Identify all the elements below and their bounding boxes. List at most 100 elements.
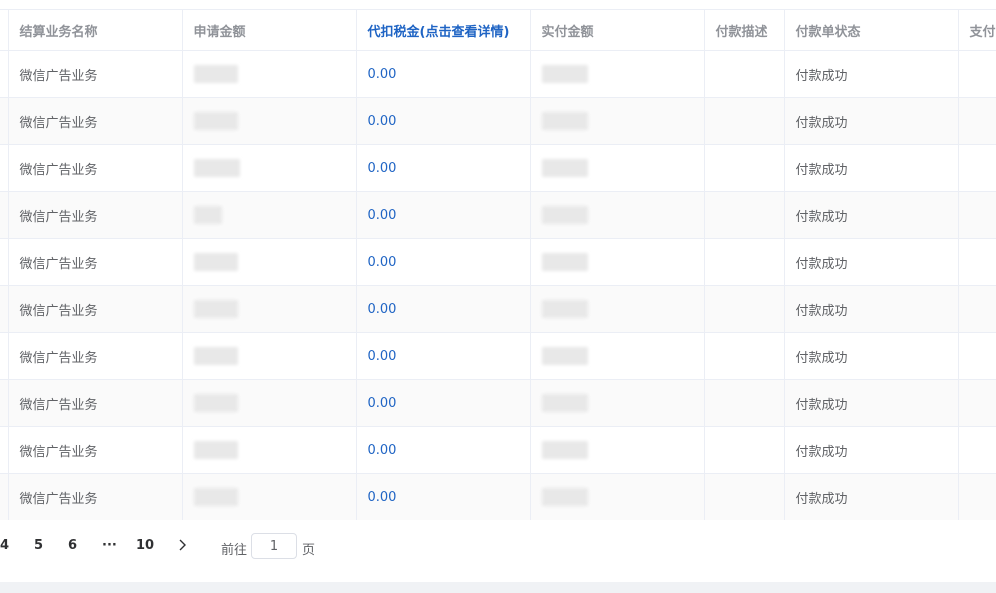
paid-amount-cell (530, 191, 705, 239)
selection-cell (0, 379, 9, 427)
redacted-value (193, 394, 238, 412)
business-name-cell: 微信广告业务 (8, 473, 183, 520)
redacted-value (541, 65, 588, 83)
payment-description-cell (704, 426, 785, 474)
col-header-withholding-tax[interactable]: 代扣税金(点击查看详情) (356, 9, 531, 51)
pagination: 4 5 6 ··· 10 前往 页 (0, 532, 996, 560)
withholding-tax-cell[interactable]: 0.00 (356, 191, 531, 239)
selection-cell (0, 426, 9, 474)
business-name-cell: 微信广告业务 (8, 144, 183, 192)
withholding-tax-cell[interactable]: 0.00 (356, 285, 531, 333)
payment-status-cell: 付款成功 (784, 285, 959, 333)
selection-cell (0, 332, 9, 380)
paid-amount-cell (530, 238, 705, 286)
redacted-value (193, 206, 222, 224)
col-header-payment: 支付 (958, 9, 996, 51)
apply-amount-cell (182, 285, 357, 333)
col-header-payment-status: 付款单状态 (784, 9, 959, 51)
selection-cell (0, 50, 9, 98)
withholding-tax-cell[interactable]: 0.00 (356, 238, 531, 286)
col-header-payment-description: 付款描述 (704, 9, 785, 51)
withholding-tax-cell[interactable]: 0.00 (356, 97, 531, 145)
business-name-cell: 微信广告业务 (8, 191, 183, 239)
selection-cell (0, 238, 9, 286)
redacted-value (541, 112, 588, 130)
apply-amount-cell (182, 332, 357, 380)
table-header-row: 结算业务名称 申请金额 代扣税金(点击查看详情) 实付金额 付款描述 付款单状态… (0, 9, 996, 51)
redacted-value (193, 347, 238, 365)
payment-cell (958, 97, 996, 145)
payment-status-cell: 付款成功 (784, 238, 959, 286)
goto-page-input[interactable] (251, 533, 297, 559)
paid-amount-cell (530, 426, 705, 474)
page-4[interactable]: 4 (0, 538, 9, 553)
paid-amount-cell (530, 97, 705, 145)
redacted-value (541, 488, 588, 506)
payment-description-cell (704, 285, 785, 333)
apply-amount-cell (182, 50, 357, 98)
page-10[interactable]: 10 (136, 538, 154, 553)
table-row: 微信广告业务 0.00 付款成功 (0, 191, 996, 239)
withholding-tax-cell[interactable]: 0.00 (356, 50, 531, 98)
payment-description-cell (704, 144, 785, 192)
payment-cell (958, 238, 996, 286)
payment-description-cell (704, 97, 785, 145)
payment-cell (958, 50, 996, 98)
col-header-paid-amount: 实付金额 (530, 9, 705, 51)
payment-status-cell: 付款成功 (784, 97, 959, 145)
page-6[interactable]: 6 (68, 538, 77, 553)
apply-amount-cell (182, 144, 357, 192)
payment-description-cell (704, 379, 785, 427)
withholding-tax-cell[interactable]: 0.00 (356, 332, 531, 380)
business-name-cell: 微信广告业务 (8, 97, 183, 145)
page-5[interactable]: 5 (34, 538, 43, 553)
footer-bar (0, 582, 996, 593)
redacted-value (193, 159, 240, 177)
withholding-tax-cell[interactable]: 0.00 (356, 379, 531, 427)
payment-status-cell: 付款成功 (784, 379, 959, 427)
paid-amount-cell (530, 332, 705, 380)
apply-amount-cell (182, 97, 357, 145)
payment-cell (958, 426, 996, 474)
paid-amount-cell (530, 285, 705, 333)
selection-cell (0, 144, 9, 192)
payment-cell (958, 191, 996, 239)
business-name-cell: 微信广告业务 (8, 50, 183, 98)
withholding-tax-cell[interactable]: 0.00 (356, 473, 531, 520)
payment-status-cell: 付款成功 (784, 50, 959, 98)
payment-cell (958, 332, 996, 380)
paid-amount-cell (530, 473, 705, 520)
redacted-value (193, 441, 238, 459)
payment-status-cell: 付款成功 (784, 332, 959, 380)
apply-amount-cell (182, 426, 357, 474)
payment-status-cell: 付款成功 (784, 191, 959, 239)
payment-status-cell: 付款成功 (784, 426, 959, 474)
selection-cell (0, 191, 9, 239)
table-row: 微信广告业务 0.00 付款成功 (0, 473, 996, 520)
redacted-value (541, 206, 588, 224)
paid-amount-cell (530, 144, 705, 192)
redacted-value (193, 300, 238, 318)
redacted-value (541, 394, 588, 412)
selection-cell (0, 285, 9, 333)
business-name-cell: 微信广告业务 (8, 379, 183, 427)
chevron-right-icon[interactable] (176, 536, 190, 554)
table-row: 微信广告业务 0.00 付款成功 (0, 285, 996, 333)
payment-description-cell (704, 332, 785, 380)
col-header-business-name: 结算业务名称 (8, 9, 183, 51)
payment-cell (958, 379, 996, 427)
redacted-value (541, 253, 588, 271)
withholding-tax-cell[interactable]: 0.00 (356, 426, 531, 474)
apply-amount-cell (182, 191, 357, 239)
apply-amount-cell (182, 238, 357, 286)
business-name-cell: 微信广告业务 (8, 332, 183, 380)
page-ellipsis[interactable]: ··· (102, 538, 117, 553)
payment-cell (958, 473, 996, 520)
apply-amount-cell (182, 473, 357, 520)
apply-amount-cell (182, 379, 357, 427)
withholding-tax-cell[interactable]: 0.00 (356, 144, 531, 192)
table-row: 微信广告业务 0.00 付款成功 (0, 50, 996, 98)
table-row: 微信广告业务 0.00 付款成功 (0, 238, 996, 286)
redacted-value (193, 488, 238, 506)
payment-cell (958, 144, 996, 192)
